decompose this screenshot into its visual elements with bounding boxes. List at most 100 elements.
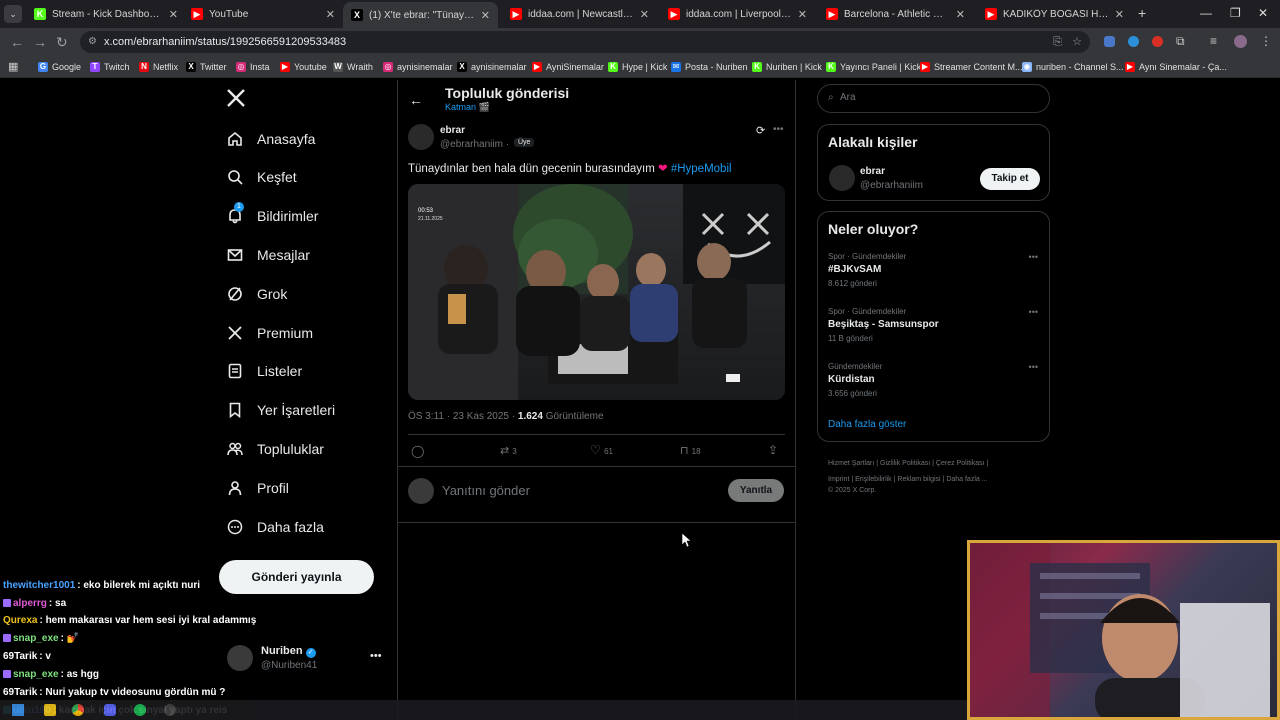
maximize-button[interactable]: ❐ — [1230, 6, 1241, 20]
show-more-link[interactable]: Daha fazla göster — [828, 419, 906, 430]
bookmark-item[interactable]: K Nuriben | Kick — [752, 60, 822, 74]
chat-username[interactable]: thewitcher1001 — [3, 580, 75, 591]
share-icon[interactable]: ⇪ — [768, 443, 778, 457]
bookmark-button[interactable]: ⊓ 18 — [680, 444, 701, 457]
chat-username[interactable]: alperrg — [13, 598, 47, 609]
chat-username[interactable]: 69Tarik — [3, 651, 37, 662]
minimize-button[interactable]: — — [1200, 6, 1212, 20]
footer-link[interactable]: Erişilebilirlik — [855, 476, 892, 483]
account-avatar[interactable] — [227, 645, 253, 671]
trend-item[interactable]: Gündemdekiler Kürdistan 3.656 gönderi ••• — [828, 362, 1038, 398]
person-avatar[interactable] — [829, 165, 855, 191]
browser-tab[interactable]: ▶ iddaa.com | Liverpool (0-3) No ✕ — [660, 3, 815, 25]
author-avatar[interactable] — [408, 124, 434, 150]
bookmark-item[interactable]: G Google — [38, 60, 81, 74]
bookmark-item[interactable]: ▶ Youtube — [280, 60, 327, 74]
follow-button[interactable]: Takip et — [980, 168, 1040, 190]
chat-username[interactable]: snap_exe — [13, 633, 59, 644]
trend-item[interactable]: Spor · Gündemdekiler Beşiktaş - Samsunspo… — [828, 307, 1038, 343]
footer-link[interactable]: Hizmet Şartları — [828, 460, 874, 467]
reply-button[interactable]: Yanıtla — [728, 479, 784, 502]
trend-more-icon[interactable]: ••• — [1029, 307, 1038, 317]
close-window-button[interactable]: ✕ — [1258, 6, 1268, 20]
extension-shield-icon[interactable] — [1104, 36, 1115, 47]
nav-item-people[interactable]: Topluluklar — [226, 434, 324, 464]
bookmark-item[interactable]: ◉ nuriben - Channel S... — [1022, 60, 1124, 74]
bookmark-item[interactable]: ◎ aynisinemalar — [383, 60, 453, 74]
bookmark-item[interactable]: ◎ Insta — [236, 60, 270, 74]
footer-link[interactable]: Çerez Politikası — [936, 460, 985, 467]
trend-more-icon[interactable]: ••• — [1029, 362, 1038, 372]
cast-icon[interactable]: ⎘ — [1053, 31, 1062, 53]
nav-item-bookmark[interactable]: Yer İşaretleri — [226, 395, 335, 425]
account-name[interactable]: Nuriben ✓ — [261, 645, 316, 658]
author-handle[interactable]: @ebrarhaniim · — [440, 139, 509, 150]
start-icon[interactable] — [12, 704, 24, 716]
footer-link[interactable]: Imprint — [828, 476, 849, 483]
address-bar[interactable]: ⚙ x.com/ebrarhaniim/status/1992566591209… — [80, 31, 1090, 53]
repost-button[interactable]: ⇄ 3 — [500, 444, 517, 457]
browser-tab[interactable]: ▶ iddaa.com | Newcastle United ✕ — [502, 3, 657, 25]
footer-link[interactable]: Gizlilik Politikası — [880, 460, 930, 467]
nav-item-envelope[interactable]: Mesajlar — [226, 240, 310, 270]
star-icon[interactable]: ☆ — [1072, 31, 1082, 53]
bookmark-item[interactable]: ▶ AyniSinemalar — [532, 60, 604, 74]
extension-blue-icon[interactable] — [1128, 36, 1139, 47]
discord-icon[interactable] — [104, 704, 116, 716]
bookmark-item[interactable]: ✉ Posta - Nuriben — [671, 60, 748, 74]
grok-icon[interactable]: ⟳ — [756, 124, 765, 137]
bookmark-item[interactable]: K Yayıncı Paneli | Kick — [826, 60, 921, 74]
chrome-icon[interactable] — [72, 704, 84, 716]
browser-menu-icon[interactable]: ⋮ — [1260, 34, 1272, 48]
media-control-icon[interactable]: ≡ — [1210, 34, 1217, 48]
trend-item[interactable]: Spor · Gündemdekiler #BJKvSAM 8.612 gönder… — [828, 252, 1038, 288]
hashtag-link[interactable]: #HypeMobil — [671, 163, 732, 175]
chat-username[interactable]: 69Tarik — [3, 687, 37, 698]
account-more-icon[interactable]: ••• — [370, 650, 382, 662]
post-more-icon[interactable]: ••• — [773, 124, 784, 135]
file-explorer-icon[interactable] — [44, 704, 56, 716]
person-name[interactable]: ebrar — [860, 166, 885, 177]
browser-tab[interactable]: X (1) X'te ebrar: "Tünaydınlar ✕ — [343, 2, 498, 28]
nav-item-grok[interactable]: Grok — [226, 279, 287, 309]
profile-avatar[interactable] — [1234, 35, 1247, 48]
nav-item-x-logo[interactable]: Premium — [226, 318, 313, 348]
nav-item-list[interactable]: Listeler — [226, 356, 302, 386]
tab-close-icon[interactable]: ✕ — [798, 8, 807, 21]
footer-link[interactable]: Daha fazla ... — [946, 476, 987, 483]
chat-username[interactable]: snap_exe — [13, 669, 59, 680]
bookmark-item[interactable]: K Hype | Kick — [608, 60, 667, 74]
tab-close-icon[interactable]: ✕ — [326, 8, 335, 21]
reload-icon[interactable]: ↻ — [56, 34, 68, 51]
new-tab-button[interactable]: + — [1138, 5, 1146, 21]
nav-item-search[interactable]: Keşfet — [226, 162, 297, 192]
footer-link[interactable]: Reklam bilgisi — [897, 476, 940, 483]
tab-close-icon[interactable]: ✕ — [481, 9, 490, 22]
tab-close-icon[interactable]: ✕ — [169, 8, 178, 21]
nav-item-person[interactable]: Profil — [226, 473, 289, 503]
trend-more-icon[interactable]: ••• — [1029, 252, 1038, 262]
browser-tab[interactable]: ▶ YouTube ✕ — [183, 3, 343, 25]
browser-tab[interactable]: ▶ Barcelona - Athletic Club (4-0) ✕ — [818, 3, 973, 25]
post-video[interactable]: 00:53 21.11.2025 — [408, 184, 785, 400]
nav-item-home[interactable]: Anasayfa — [226, 124, 315, 154]
author-name[interactable]: ebrar — [440, 125, 465, 136]
tab-close-icon[interactable]: ✕ — [956, 8, 965, 21]
back-icon[interactable]: ← — [10, 34, 24, 50]
bookmark-item[interactable]: Xaynisinemalar — [457, 60, 527, 74]
like-button[interactable]: ♡ 61 — [590, 443, 613, 457]
extension-red-icon[interactable] — [1152, 36, 1163, 47]
apps-grid-icon[interactable]: ▦ — [8, 60, 18, 73]
chat-username[interactable]: Qurexa — [3, 615, 37, 626]
extensions-puzzle-icon[interactable]: ⧉ — [1176, 34, 1185, 49]
bookmark-item[interactable]: ▶ Aynı Sinemalar - Ça... — [1125, 60, 1227, 74]
reply-icon[interactable]: ◯ — [411, 444, 424, 458]
back-arrow-icon[interactable]: ← — [409, 92, 423, 108]
bookmark-item[interactable]: N Netflix — [139, 60, 178, 74]
bookmark-item[interactable]: T Twitch — [90, 60, 130, 74]
bookmark-item[interactable]: X Twitter — [186, 60, 227, 74]
browser-tab[interactable]: ▶ KADIKÖY BOĞASI HAYRETTİN ✕ — [977, 3, 1132, 25]
community-link[interactable]: Katman 🎬 — [445, 102, 490, 113]
post-button[interactable]: Gönderi yayınla — [219, 560, 374, 594]
reply-input[interactable]: Yanıtını gönder — [442, 483, 530, 498]
